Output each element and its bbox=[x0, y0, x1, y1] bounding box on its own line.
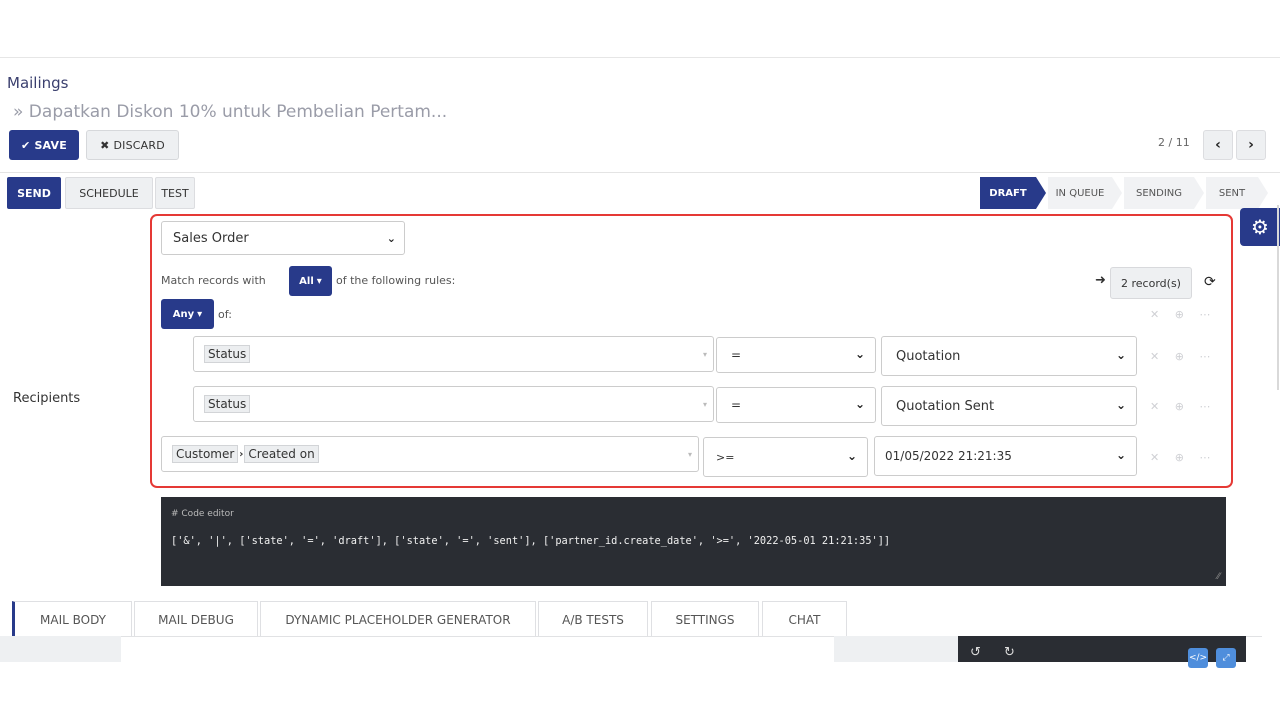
match-prefix: Match records with bbox=[161, 274, 266, 287]
prev-record-button[interactable]: ‹ bbox=[1203, 130, 1233, 160]
save-button[interactable]: ✔ SAVE bbox=[9, 130, 79, 160]
rule-field-path[interactable]: Customer › Created on ▾ bbox=[161, 436, 699, 472]
group-mode-value: Any bbox=[172, 308, 195, 320]
chevron-left-icon: ‹ bbox=[1215, 137, 1221, 153]
test-button[interactable]: TEST bbox=[155, 177, 195, 209]
caret-down-icon: ▾ bbox=[316, 275, 322, 287]
chevron-down-icon: ⌄ bbox=[386, 232, 396, 245]
stage-arrow bbox=[1258, 177, 1268, 209]
rule-operator-select[interactable]: >= ⌄ bbox=[703, 437, 868, 477]
toolbar-strip bbox=[0, 636, 121, 662]
field-path-tag: Created on bbox=[244, 445, 319, 463]
arrow-right-icon: ➜ bbox=[1095, 273, 1106, 288]
caret-down-icon: ▾ bbox=[687, 450, 692, 459]
close-icon: ✖ bbox=[100, 138, 110, 152]
next-record-button[interactable]: › bbox=[1236, 130, 1266, 160]
rule-controls[interactable]: ✕ ⊕ ⋯ bbox=[1150, 308, 1216, 321]
stage-sending[interactable]: SENDING bbox=[1124, 177, 1194, 209]
code-editor-text[interactable]: ['&', '|', ['state', '=', 'draft'], ['st… bbox=[171, 535, 890, 547]
rule-field-select[interactable]: Status ▾ bbox=[193, 336, 714, 372]
undo-icon[interactable]: ↺ bbox=[970, 645, 981, 660]
send-button[interactable]: SEND bbox=[7, 177, 61, 209]
stage-arrow bbox=[1194, 177, 1204, 209]
save-label: SAVE bbox=[34, 138, 67, 152]
breadcrumb-current: » Dapatkan Diskon 10% untuk Pembelian Pe… bbox=[13, 102, 448, 122]
date-value: 01/05/2022 21:21:35 bbox=[885, 449, 1012, 463]
chevron-down-icon: ⌄ bbox=[854, 347, 865, 361]
model-select[interactable]: Sales Order ⌄ bbox=[161, 221, 405, 255]
rule-field-select[interactable]: Status ▾ bbox=[193, 386, 714, 422]
code-view-icon[interactable]: </> bbox=[1188, 648, 1208, 668]
rule-controls[interactable]: ✕ ⊕ ⋯ bbox=[1150, 400, 1216, 413]
stage-sent[interactable]: SENT bbox=[1206, 177, 1258, 209]
group-mode-dropdown[interactable]: Any ▾ bbox=[161, 299, 214, 329]
chevron-right-icon: › bbox=[239, 448, 244, 460]
operator-value: >= bbox=[716, 450, 735, 464]
chevron-right-icon: › bbox=[1248, 137, 1254, 153]
tab-settings[interactable]: SETTINGS bbox=[651, 601, 759, 637]
group-suffix: of: bbox=[218, 308, 232, 321]
model-value: Sales Order bbox=[173, 230, 249, 246]
tab-ab-tests[interactable]: A/B TESTS bbox=[538, 601, 648, 637]
toolbar-strip bbox=[834, 636, 958, 662]
tab-mail-debug[interactable]: MAIL DEBUG bbox=[134, 601, 258, 637]
value-text: Quotation bbox=[896, 348, 961, 364]
rule-value-select[interactable]: Quotation ⌄ bbox=[881, 336, 1137, 376]
chevron-down-icon: ⌄ bbox=[1115, 348, 1126, 362]
stage-in-queue[interactable]: IN QUEUE bbox=[1048, 177, 1112, 209]
chevron-down-icon: ⌄ bbox=[1115, 448, 1126, 462]
record-count-button[interactable]: 2 record(s) bbox=[1110, 267, 1192, 299]
operator-value: = bbox=[731, 348, 742, 362]
operator-value: = bbox=[731, 398, 742, 412]
field-tag: Status bbox=[204, 345, 251, 363]
divider bbox=[0, 172, 1280, 173]
discard-button[interactable]: ✖ DISCARD bbox=[86, 130, 179, 160]
stage-arrow bbox=[1036, 177, 1046, 209]
tab-mail-body[interactable]: MAIL BODY bbox=[12, 601, 132, 637]
breadcrumb-parent[interactable]: Mailings bbox=[7, 74, 68, 92]
field-path-tag: Customer bbox=[172, 445, 239, 463]
field-tag: Status bbox=[204, 395, 251, 413]
fullscreen-icon[interactable]: ⤢ bbox=[1216, 648, 1236, 668]
code-editor-header: # Code editor bbox=[171, 509, 234, 519]
match-mode-value: All bbox=[299, 275, 314, 287]
caret-down-icon: ▾ bbox=[702, 400, 707, 409]
pager-value[interactable]: 2 / 11 bbox=[1158, 136, 1190, 149]
rule-controls[interactable]: ✕ ⊕ ⋯ bbox=[1150, 350, 1216, 363]
match-suffix: of the following rules: bbox=[336, 274, 456, 287]
tab-dynamic-placeholder-generator[interactable]: DYNAMIC PLACEHOLDER GENERATOR bbox=[260, 601, 536, 637]
stage-draft[interactable]: DRAFT bbox=[980, 177, 1036, 209]
schedule-button[interactable]: SCHEDULE bbox=[65, 177, 153, 209]
gear-icon[interactable]: ⚙ bbox=[1240, 208, 1280, 246]
rule-operator-select[interactable]: = ⌄ bbox=[716, 337, 876, 373]
rule-value-select[interactable]: Quotation Sent ⌄ bbox=[881, 386, 1137, 426]
refresh-icon[interactable]: ⟳ bbox=[1204, 274, 1216, 290]
discard-label: DISCARD bbox=[113, 138, 165, 152]
caret-down-icon: ▾ bbox=[197, 308, 203, 320]
tab-chat[interactable]: CHAT bbox=[762, 601, 847, 637]
rule-controls[interactable]: ✕ ⊕ ⋯ bbox=[1150, 451, 1216, 464]
rule-operator-select[interactable]: = ⌄ bbox=[716, 387, 876, 423]
resize-handle-icon[interactable]: ⁄⁄ bbox=[1217, 572, 1220, 582]
recipients-label: Recipients bbox=[13, 391, 81, 406]
check-icon: ✔ bbox=[21, 138, 31, 152]
top-navbar bbox=[0, 0, 1280, 58]
chevron-down-icon: ⌄ bbox=[854, 397, 865, 411]
chevron-down-icon: ⌄ bbox=[846, 449, 857, 463]
rule-date-input[interactable]: 01/05/2022 21:21:35 ⌄ bbox=[874, 436, 1137, 476]
chevron-down-icon: ⌄ bbox=[1115, 398, 1126, 412]
redo-icon[interactable]: ↻ bbox=[1004, 645, 1015, 660]
match-text: Match records with bbox=[161, 274, 266, 287]
value-text: Quotation Sent bbox=[896, 398, 995, 414]
code-editor[interactable]: # Code editor ['&', '|', ['state', '=', … bbox=[161, 497, 1226, 586]
scrollbar[interactable] bbox=[1277, 205, 1279, 390]
stage-arrow bbox=[1112, 177, 1122, 209]
match-mode-dropdown[interactable]: All ▾ bbox=[289, 266, 332, 296]
caret-down-icon: ▾ bbox=[702, 350, 707, 359]
